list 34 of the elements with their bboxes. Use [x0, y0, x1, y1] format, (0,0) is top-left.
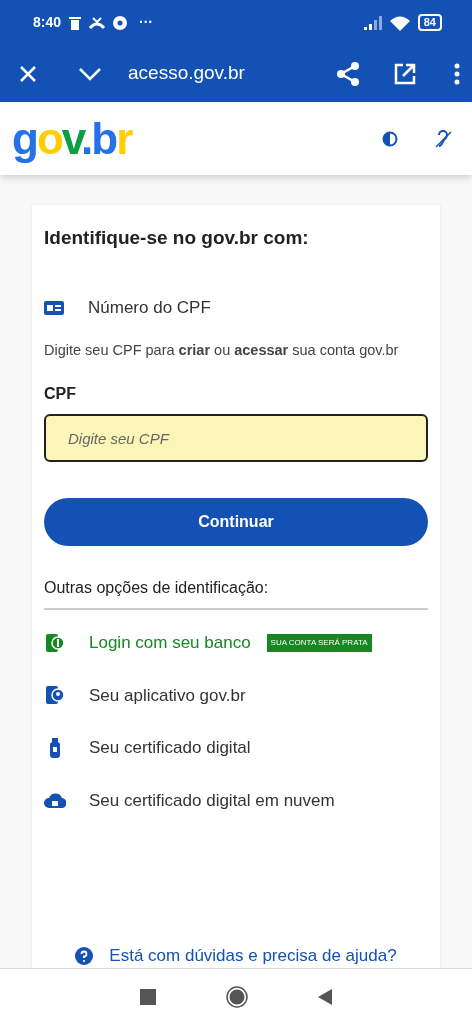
clock-text: 8:40	[33, 13, 62, 32]
more-icon: ···	[139, 12, 154, 33]
id-card-icon	[44, 299, 64, 316]
field-label: CPF	[44, 384, 77, 405]
help-icon[interactable]	[75, 946, 94, 965]
home-icon[interactable]	[226, 985, 248, 1008]
section-heading: Outras opções de identificação:	[44, 576, 428, 611]
usb-token-icon	[50, 737, 60, 758]
contrast-icon[interactable]	[382, 130, 398, 147]
continue-button[interactable]: Continuar	[44, 498, 428, 547]
cloud-lock-icon	[44, 792, 66, 809]
more-vertical-icon[interactable]	[454, 62, 460, 85]
signal-icon	[363, 15, 382, 30]
option-link[interactable]: Login com seu banco	[89, 630, 251, 656]
trash-icon	[69, 15, 82, 30]
chevron-down-icon[interactable]	[78, 66, 102, 81]
wifi-icon	[389, 14, 410, 31]
description-text: Digite seu CPF para criar ou acessar sua conta gov.br	[44, 341, 400, 361]
card-title: Identifique-se no gov.br com:	[44, 227, 310, 250]
option-link[interactable]: Seu certificado digital em nuvem	[89, 787, 335, 814]
close-icon[interactable]	[18, 63, 38, 84]
open-external-icon[interactable]	[394, 62, 416, 85]
cpf-option-label[interactable]: Número do CPF	[88, 294, 211, 321]
help-link[interactable]: Está com dúvidas e precisa de ajuda?	[109, 943, 397, 969]
badge-label: SUA CONTA SERÁ PRATA	[266, 633, 372, 652]
share-icon[interactable]	[336, 61, 360, 86]
recent-apps-icon[interactable]	[140, 988, 156, 1005]
back-icon[interactable]	[318, 988, 332, 1005]
option-link[interactable]: Seu aplicativo gov.br	[89, 682, 246, 709]
url-text: acesso.gov.br	[128, 61, 246, 86]
battery-icon: 84	[417, 14, 442, 31]
phone-user-icon	[45, 685, 65, 706]
cpf-input-field[interactable]: Digite seu CPF	[44, 414, 428, 463]
option-link[interactable]: Seu certificado digital	[89, 735, 251, 761]
